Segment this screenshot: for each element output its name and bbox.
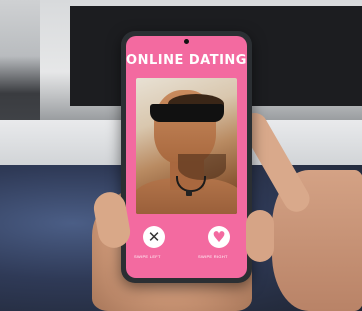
swipe-left-button[interactable]: ✕ xyxy=(143,226,165,248)
profile-photo[interactable] xyxy=(136,78,237,214)
close-icon: ✕ xyxy=(147,227,161,246)
heart-icon: ♥ xyxy=(212,227,226,246)
front-camera-icon xyxy=(184,39,189,44)
sunglasses-icon xyxy=(150,104,224,122)
right-hand xyxy=(236,100,362,311)
right-grip-finger xyxy=(246,210,274,262)
profile-head xyxy=(154,90,226,180)
phone-screen: ONLINE DATING ✕ ♥ SWIPE LEFT SWIPE RIGHT xyxy=(126,36,247,278)
app-title: ONLINE DATING xyxy=(126,53,247,68)
smartphone: ONLINE DATING ✕ ♥ SWIPE LEFT SWIPE RIGHT xyxy=(121,31,252,283)
swipe-right-button[interactable]: ♥ xyxy=(208,226,230,248)
swipe-left-caption: SWIPE LEFT xyxy=(134,254,161,259)
pendant-icon xyxy=(186,190,192,196)
swipe-right-caption: SWIPE RIGHT xyxy=(198,254,228,259)
photo-scene: ONLINE DATING ✕ ♥ SWIPE LEFT SWIPE RIGHT xyxy=(0,0,362,311)
